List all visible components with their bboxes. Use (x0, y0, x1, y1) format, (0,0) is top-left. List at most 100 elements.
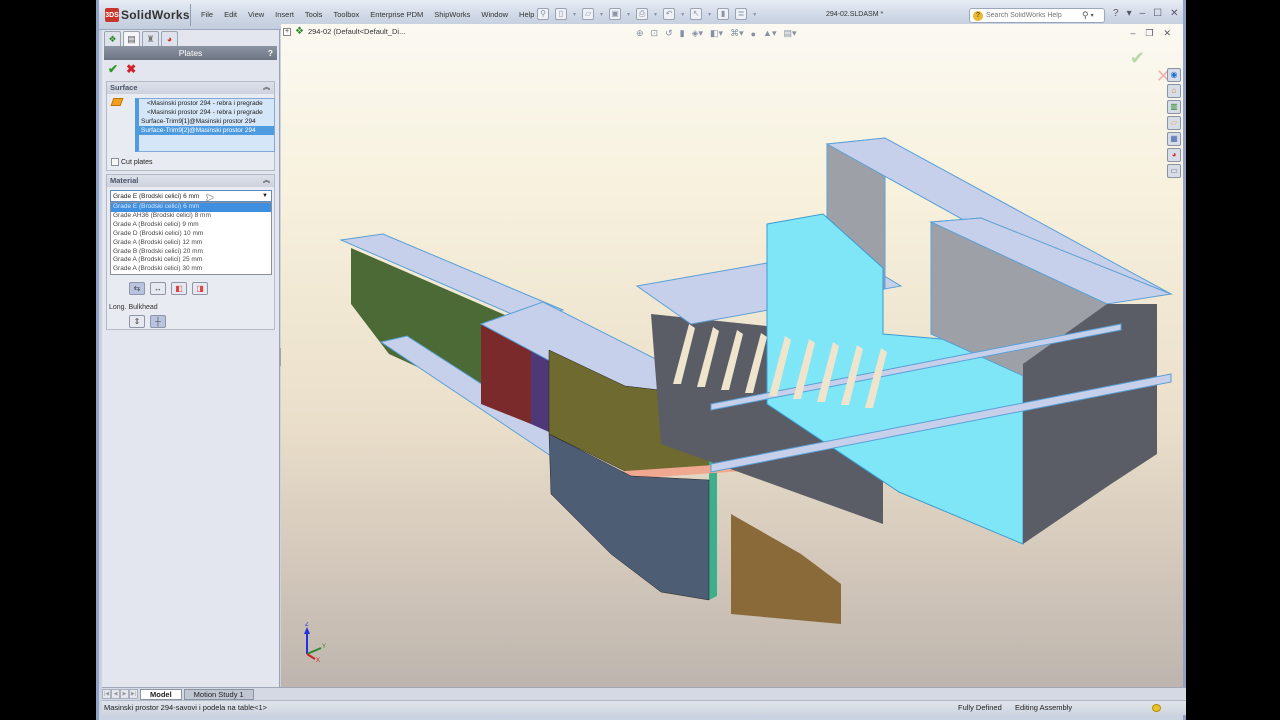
chevron-down-icon[interactable]: ▾ (654, 11, 657, 18)
prev-tab-icon[interactable]: ◀ (111, 689, 120, 699)
expand-icon[interactable]: + (283, 27, 291, 36)
cut-plates-option[interactable]: Cut plates (111, 158, 153, 166)
material-option[interactable]: Grade B (Brodski celici) 20 mm (111, 248, 271, 257)
display-style-icon[interactable]: ◧▾ (710, 28, 723, 39)
cancel-button[interactable]: ✖ (126, 62, 136, 76)
chevron-down-icon[interactable]: ▾ (681, 11, 684, 18)
menu-file[interactable]: File (201, 10, 213, 19)
menu-window[interactable]: Window (481, 10, 508, 19)
first-tab-icon[interactable]: |◀ (102, 689, 111, 699)
configuration-manager-tab[interactable]: ♜ (142, 31, 159, 46)
menu-shipworks[interactable]: ShipWorks (434, 10, 470, 19)
file-explorer-icon[interactable]: ▥ (1167, 100, 1181, 114)
minimize-button[interactable]: – (1130, 28, 1135, 39)
tree-root-item[interactable]: 294-02 (Default<Default_Di... (308, 27, 405, 36)
help-search-input[interactable] (986, 12, 1082, 19)
zoom-to-fit-icon[interactable]: ⊕ (636, 28, 644, 39)
menu-help[interactable]: Help (519, 10, 534, 19)
view-settings-icon[interactable]: ▤▾ (783, 28, 796, 39)
restore-button[interactable]: ❐ (1145, 28, 1153, 39)
collapse-icon[interactable]: ︽ (263, 175, 270, 187)
chevron-down-icon[interactable]: ▼ (262, 191, 268, 202)
options-icon[interactable]: ≣ (735, 8, 748, 20)
solidworks-logo[interactable]: 3DS SolidWorks (105, 7, 190, 23)
print-icon[interactable]: ⎙ (636, 8, 649, 20)
material-option[interactable]: Grade AH36 (Brodski celici) 8 mm (111, 212, 271, 221)
menu-insert[interactable]: Insert (275, 10, 294, 19)
view-palette-icon[interactable]: ▦ (1167, 132, 1181, 146)
appearances-icon[interactable]: ◕ (1167, 148, 1181, 162)
collapse-icon[interactable]: ︽ (263, 82, 270, 94)
help-button[interactable]: ? (1113, 8, 1119, 19)
save-icon[interactable]: ▣ (609, 8, 622, 20)
display-manager-tab[interactable]: ◕ (161, 31, 178, 46)
menu-edit[interactable]: Edit (224, 10, 237, 19)
feature-manager-tab[interactable]: ❖ (104, 31, 121, 46)
section-view-icon[interactable]: ▮ (680, 28, 685, 39)
material-select[interactable]: Grade E (Brodski celici) 6 mm ▼ (110, 190, 272, 202)
list-item[interactable]: <Masinski prostor 294 - rebra i pregrade (139, 108, 274, 117)
tab-model[interactable]: Model (140, 688, 182, 700)
rebuild-icon[interactable]: ▮ (717, 8, 730, 20)
plate-both-sides-icon[interactable]: ⇆ (129, 282, 145, 295)
previous-view-icon[interactable]: ↺ (665, 28, 673, 39)
search-folder-icon[interactable]: ▱ (1167, 116, 1181, 130)
bulkhead-mirror-icon[interactable]: ⇕ (129, 315, 145, 328)
close-button[interactable]: ✕ (1170, 8, 1178, 19)
close-button[interactable]: ✕ (1163, 28, 1171, 39)
chevron-down-icon[interactable]: ▾ (573, 11, 576, 18)
pin-icon[interactable]: ⚲ (537, 8, 549, 20)
help-search-box[interactable]: ? ⚲ ▾ (969, 8, 1105, 23)
rebuild-status-icon[interactable] (1152, 704, 1161, 712)
chevron-down-icon[interactable]: ▾ (1127, 8, 1132, 19)
surface-selection-list[interactable]: <Masinski prostor 294 - rebra i pregrade… (135, 98, 275, 152)
design-library-icon[interactable]: ⌂ (1167, 84, 1181, 98)
last-tab-icon[interactable]: ▶| (129, 689, 138, 699)
apply-scene-icon[interactable]: ▲▾ (763, 28, 776, 39)
solidworks-resources-icon[interactable]: ◉ (1167, 68, 1181, 82)
edit-appearance-icon[interactable]: ● (751, 29, 756, 39)
property-manager-tab[interactable]: ▤ (123, 31, 140, 46)
menu-enterprise-pdm[interactable]: Enterprise PDM (370, 10, 423, 19)
plate-side-b-icon[interactable]: ◨ (192, 282, 208, 295)
help-icon[interactable]: ? (268, 46, 273, 60)
cut-plates-checkbox[interactable] (111, 158, 119, 166)
chevron-down-icon[interactable]: ▾ (753, 11, 756, 18)
menu-tools[interactable]: Tools (305, 10, 323, 19)
material-option[interactable]: Grade E (Brodski celici) 6 mm (111, 203, 271, 212)
search-icon[interactable]: ⚲ (1082, 10, 1089, 21)
chevron-down-icon[interactable]: ▾ (627, 11, 630, 18)
next-tab-icon[interactable]: ▶ (120, 689, 129, 699)
new-document-icon[interactable]: ▯ (555, 8, 567, 20)
list-item-selected[interactable]: Surface-Trim9[2]@Masinski prostor 294 (139, 126, 274, 135)
maximize-button[interactable]: ☐ (1153, 8, 1162, 19)
undo-icon[interactable]: ↶ (663, 8, 676, 20)
bulkhead-center-icon[interactable]: ┼ (150, 315, 166, 328)
plate-side-a-icon[interactable]: ◧ (171, 282, 187, 295)
material-option[interactable]: Grade A (Brodski celici) 25 mm (111, 256, 271, 265)
custom-properties-icon[interactable]: ▭ (1167, 164, 1181, 178)
zoom-area-icon[interactable]: ⊡ (651, 28, 659, 39)
ship-hull-model[interactable] (281, 24, 1183, 687)
chevron-down-icon[interactable]: ▾ (1091, 12, 1094, 19)
surface-group-header[interactable]: Surface ︽ (107, 82, 274, 94)
menu-toolbox[interactable]: Toolbox (333, 10, 359, 19)
material-option[interactable]: Grade D (Brodski celici) 10 mm (111, 230, 271, 239)
confirm-corner-ok-icon[interactable]: ✔ (1130, 48, 1145, 69)
list-item[interactable]: <Masinski prostor 294 - rebra i pregrade (139, 99, 274, 108)
chevron-down-icon[interactable]: ▾ (600, 11, 603, 18)
menu-view[interactable]: View (248, 10, 264, 19)
minimize-button[interactable]: – (1140, 8, 1146, 19)
plate-offset-icon[interactable]: ↔ (150, 282, 166, 295)
chevron-down-icon[interactable]: ▾ (708, 11, 711, 18)
material-option[interactable]: Grade A (Brodski celici) 12 mm (111, 239, 271, 248)
hide-show-icon[interactable]: ⌘▾ (730, 28, 744, 39)
graphics-area[interactable]: + ❖ 294-02 (Default<Default_Di... ⊕ ⊡ ↺ … (281, 24, 1183, 687)
select-icon[interactable]: ↖ (690, 8, 703, 20)
material-option[interactable]: Grade A (Brodski celici) 9 mm (111, 221, 271, 230)
tab-motion-study-1[interactable]: Motion Study 1 (183, 688, 254, 700)
material-group-header[interactable]: Material ︽ (107, 175, 274, 187)
view-orientation-icon[interactable]: ◈▾ (692, 28, 703, 39)
ok-button[interactable]: ✔ (108, 62, 118, 76)
list-item[interactable]: Surface-Trim9[1]@Masinski prostor 294 (139, 117, 274, 126)
